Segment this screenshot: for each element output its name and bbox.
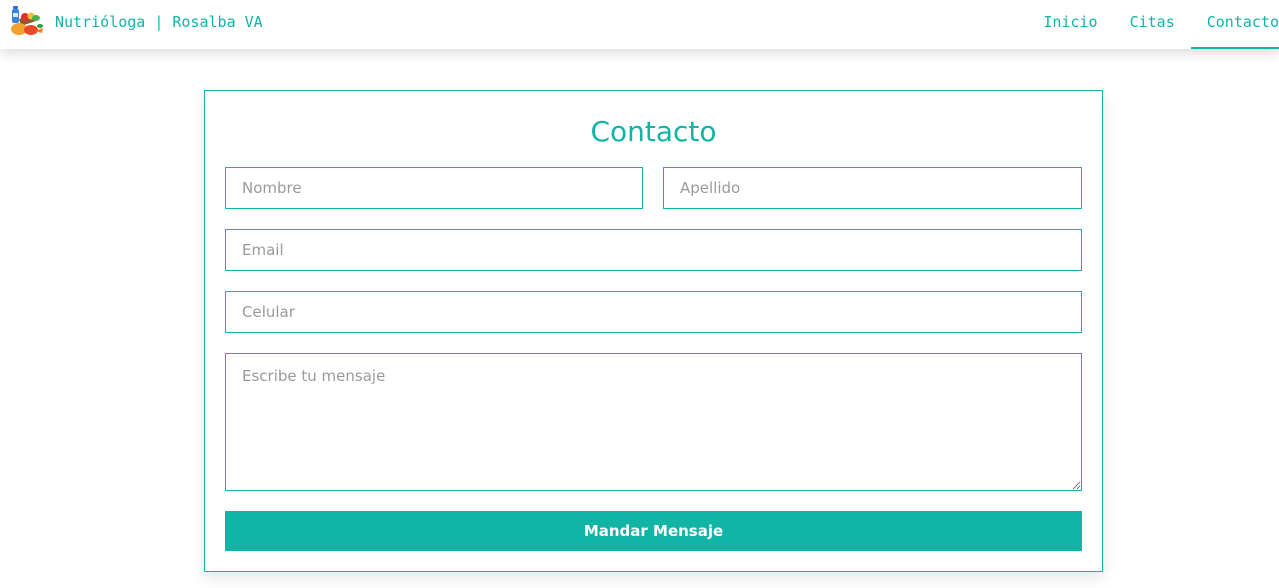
send-message-button[interactable]: Mandar Mensaje — [225, 511, 1082, 551]
message-textarea[interactable] — [225, 353, 1082, 491]
nav-link-inicio[interactable]: Inicio — [1027, 0, 1113, 49]
brand-link[interactable]: Nutrióloga | Rosalba VA — [10, 0, 263, 44]
healthy-groceries-logo-icon — [11, 6, 43, 35]
contact-form: Contacto Mandar Mensaje — [204, 90, 1103, 572]
main-nav: Inicio Citas Contacto — [1027, 0, 1279, 49]
form-title: Contacto — [590, 115, 717, 148]
phone-input[interactable] — [225, 291, 1082, 333]
nav-link-contacto[interactable]: Contacto — [1190, 0, 1279, 49]
first-name-input[interactable] — [225, 167, 643, 209]
brand-title: Nutrióloga | Rosalba VA — [55, 13, 263, 31]
top-navbar: Nutrióloga | Rosalba VA Inicio Citas Con… — [0, 0, 1279, 49]
email-input[interactable] — [225, 229, 1082, 271]
nav-link-citas[interactable]: Citas — [1114, 0, 1191, 49]
last-name-input[interactable] — [663, 167, 1082, 209]
